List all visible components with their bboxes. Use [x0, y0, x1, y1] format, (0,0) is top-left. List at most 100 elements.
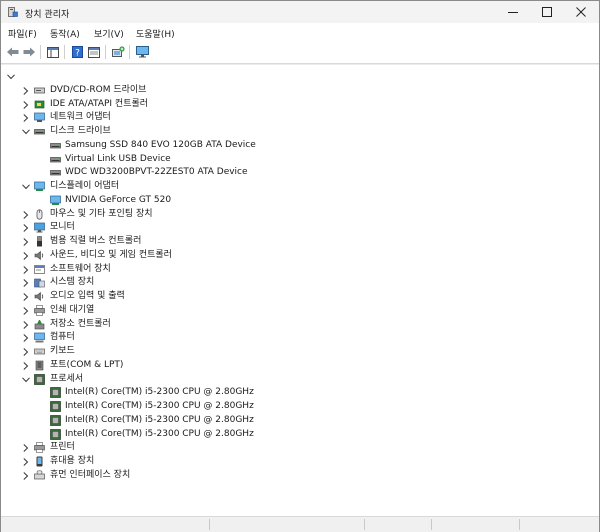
tree-category-row[interactable]: 디스플레이 어댑터 — [1, 180, 591, 193]
chevron-right-icon[interactable] — [21, 441, 31, 454]
monitor-icon — [34, 222, 45, 233]
tree-category-row[interactable]: 인쇄 대기열 — [1, 304, 591, 317]
tree-category-label: 인쇄 대기열 — [50, 305, 95, 315]
device-tree[interactable]: DVD/CD-ROM 드라이브 IDE ATA/ATAPI 컨트롤러 네트워크 어댑… — [1, 64, 599, 517]
chevron-right-icon[interactable] — [21, 235, 31, 248]
tree-device-row[interactable]: Virtual Link USB Device — [1, 153, 591, 166]
maximize-icon — [542, 7, 552, 17]
tree-device-row[interactable]: NVIDIA GeForce GT 520 — [1, 194, 591, 207]
status-separator — [519, 519, 520, 530]
toolbar-separator — [129, 45, 130, 59]
tree-category-row[interactable]: DVD/CD-ROM 드라이브 — [1, 84, 591, 97]
tree-category-row[interactable]: 포트(COM & LPT) — [1, 359, 591, 372]
tree-category-label: 프로세서 — [50, 374, 84, 384]
network-adapter-icon — [34, 112, 45, 123]
tree-category-label: 마우스 및 기타 포인팅 장치 — [50, 209, 153, 219]
software-device-icon — [34, 264, 45, 275]
view-icon — [88, 46, 100, 58]
close-button[interactable] — [564, 1, 598, 23]
status-separator — [364, 519, 365, 530]
device-manager-app-icon — [8, 7, 18, 17]
tree-category-label: 휴대용 장치 — [50, 456, 95, 466]
keyboard-icon — [34, 346, 45, 357]
chevron-right-icon[interactable] — [21, 111, 31, 124]
tree-category-label: 휴먼 인터페이스 장치 — [50, 470, 131, 480]
menu-view[interactable]: 보기(V) — [94, 27, 124, 40]
svg-text:?: ? — [75, 49, 80, 59]
monitor-button[interactable] — [134, 44, 150, 60]
tree-category-row[interactable]: 범용 직렬 버스 컨트롤러 — [1, 235, 591, 248]
tree-device-row[interactable]: Samsung SSD 840 EVO 120GB ATA Device — [1, 139, 591, 152]
title-bar[interactable]: 장치 관리자 — [1, 1, 599, 23]
tree-category-row[interactable]: 소프트웨어 장치 — [1, 263, 591, 276]
tree-category-row[interactable]: 프린터 — [1, 441, 591, 454]
tree-category-row[interactable]: 모니터 — [1, 221, 591, 234]
chevron-right-icon[interactable] — [21, 98, 31, 111]
menu-file[interactable]: 파일(F) — [8, 27, 37, 40]
chevron-down-icon[interactable] — [21, 180, 31, 193]
scan-hardware-button[interactable] — [110, 44, 126, 60]
system-device-icon — [34, 277, 45, 288]
toolbar-separator — [40, 45, 41, 59]
chevron-right-icon[interactable] — [21, 84, 31, 97]
tree-category-row[interactable]: 키보드 — [1, 345, 591, 358]
chevron-right-icon[interactable] — [21, 276, 31, 289]
chevron-right-icon[interactable] — [21, 318, 31, 331]
chevron-right-icon[interactable] — [21, 359, 31, 372]
forward-button[interactable] — [21, 44, 37, 60]
chevron-right-icon[interactable] — [21, 208, 31, 221]
chevron-right-icon[interactable] — [21, 263, 31, 276]
chevron-right-icon[interactable] — [21, 304, 31, 317]
chevron-right-icon[interactable] — [21, 469, 31, 482]
chevron-right-icon[interactable] — [21, 221, 31, 234]
tree-category-label: 프린터 — [50, 442, 75, 452]
chevron-right-icon[interactable] — [21, 290, 31, 303]
menu-action[interactable]: 동작(A) — [50, 27, 80, 40]
tree-category-row[interactable]: 디스크 드라이브 — [1, 125, 591, 138]
status-bar — [1, 516, 599, 532]
properties-button[interactable]: ? — [69, 44, 85, 60]
toolbar-separator — [64, 45, 65, 59]
tree-device-row[interactable]: WDC WD3200BPVT-22ZEST0 ATA Device — [1, 166, 591, 179]
tree-device-row[interactable]: Intel(R) Core(TM) i5-2300 CPU @ 2.80GHz — [1, 428, 591, 441]
show-hide-tree-icon — [47, 46, 59, 58]
tree-device-row[interactable]: Intel(R) Core(TM) i5-2300 CPU @ 2.80GHz — [1, 414, 591, 427]
properties-icon: ? — [71, 46, 83, 59]
tree-device-label: Intel(R) Core(TM) i5-2300 CPU @ 2.80GHz — [65, 401, 254, 411]
menu-help[interactable]: 도움말(H) — [136, 27, 175, 40]
chevron-right-icon[interactable] — [21, 345, 31, 358]
maximize-button[interactable] — [530, 1, 564, 23]
chevron-right-icon[interactable] — [21, 455, 31, 468]
tree-category-row[interactable]: 휴먼 인터페이스 장치 — [1, 469, 591, 482]
tree-device-row[interactable]: Intel(R) Core(TM) i5-2300 CPU @ 2.80GHz — [1, 386, 591, 399]
tree-category-row[interactable]: 시스템 장치 — [1, 276, 591, 289]
chevron-right-icon[interactable] — [21, 331, 31, 344]
tree-category-row[interactable]: 저장소 컨트롤러 — [1, 318, 591, 331]
tree-category-label: 네트워크 어댑터 — [50, 112, 111, 122]
tree-category-row[interactable]: 오디오 입력 및 출력 — [1, 290, 591, 303]
show-hide-tree-button[interactable] — [45, 44, 61, 60]
tree-category-row[interactable]: 컴퓨터 — [1, 331, 591, 344]
chevron-down-icon[interactable] — [21, 373, 31, 386]
tree-category-row[interactable]: 네트워크 어댑터 — [1, 111, 591, 124]
tree-category-label: 시스템 장치 — [50, 277, 95, 287]
tree-device-row[interactable]: Intel(R) Core(TM) i5-2300 CPU @ 2.80GHz — [1, 400, 591, 413]
cpu-icon — [50, 401, 61, 412]
tree-category-row[interactable]: 사운드, 비디오 및 게임 컨트롤러 — [1, 249, 591, 262]
tree-category-row[interactable]: 프로세서 — [1, 373, 591, 386]
tree-category-row[interactable]: IDE ATA/ATAPI 컨트롤러 — [1, 98, 591, 111]
tree-category-label: 키보드 — [50, 346, 75, 356]
minimize-button[interactable] — [496, 1, 530, 23]
chevron-down-icon[interactable] — [21, 125, 31, 138]
tree-category-row[interactable]: 마우스 및 기타 포인팅 장치 — [1, 208, 591, 221]
view-button[interactable] — [86, 44, 102, 60]
chevron-right-icon[interactable] — [21, 249, 31, 262]
port-icon — [34, 360, 45, 371]
tree-root-row[interactable] — [1, 70, 21, 83]
tree-category-row[interactable]: 휴대용 장치 — [1, 455, 591, 468]
mouse-icon — [34, 209, 45, 220]
status-separator — [431, 519, 432, 530]
tree-category-label: 포트(COM & LPT) — [50, 360, 124, 370]
back-button[interactable] — [5, 44, 21, 60]
chevron-down-icon[interactable] — [6, 70, 16, 83]
